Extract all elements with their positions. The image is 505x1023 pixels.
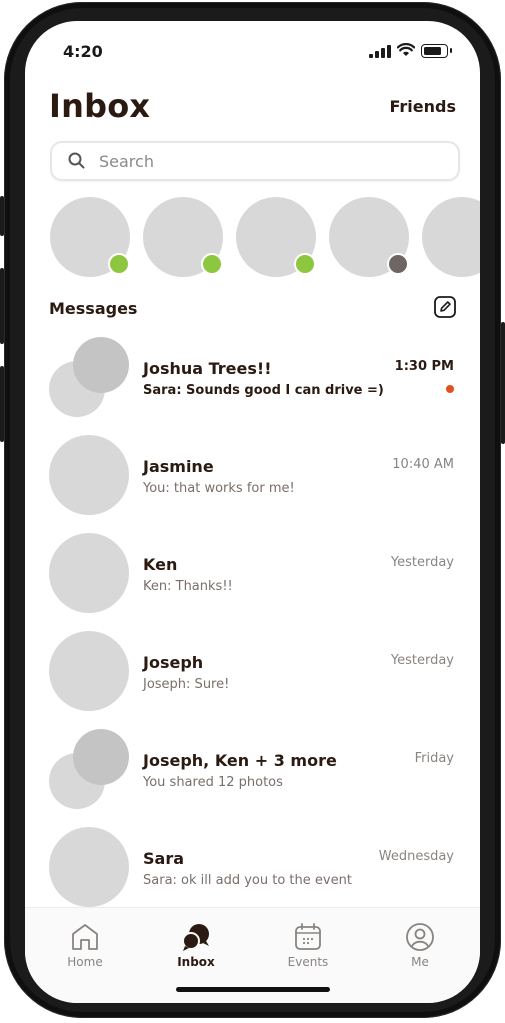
chat-bubbles-icon: [182, 924, 209, 951]
tab-label: Home: [67, 955, 103, 969]
message-time: 10:40 AM: [392, 457, 454, 472]
cellular-signal-icon: [369, 45, 391, 58]
story-avatar[interactable]: [422, 197, 480, 277]
compose-icon[interactable]: [434, 296, 456, 318]
message-time: Yesterday: [390, 653, 454, 668]
conversation-name: Jasmine: [143, 457, 214, 476]
conversation-name: Joseph, Ken + 3 more: [143, 751, 337, 770]
message-row[interactable]: Jasmine You: that works for me! 10:40 AM: [25, 435, 480, 533]
story-avatar[interactable]: [329, 197, 409, 277]
home-indicator: [176, 987, 330, 992]
message-preview: Joseph: Sure!: [143, 677, 230, 692]
avatar: [49, 827, 129, 907]
message-time: 1:30 PM: [394, 359, 454, 374]
side-button-power: [501, 322, 505, 444]
calendar-icon: [295, 923, 321, 950]
conversation-name: Ken: [143, 555, 178, 574]
app-screen: 4:20 Inbox Friends Search Messages Joshu…: [25, 21, 480, 1003]
message-row[interactable]: Joseph Joseph: Sure! Yesterday: [25, 631, 480, 729]
message-time: Friday: [414, 751, 454, 766]
avatar: [49, 533, 129, 613]
story-avatar[interactable]: [50, 197, 130, 277]
message-time: Yesterday: [390, 555, 454, 570]
unread-indicator: [446, 385, 454, 393]
tab-label: Events: [287, 955, 329, 969]
tab-inbox[interactable]: Inbox: [156, 908, 236, 978]
message-row[interactable]: Joshua Trees!! Sara: Sounds good I can dr…: [25, 337, 480, 435]
away-status-dot: [387, 253, 409, 275]
side-button-mute: [0, 196, 4, 236]
avatar: [49, 435, 129, 515]
message-preview: You: that works for me!: [143, 481, 295, 496]
message-time: Wednesday: [378, 849, 454, 864]
story-avatar[interactable]: [236, 197, 316, 277]
friends-link[interactable]: Friends: [390, 97, 457, 116]
conversation-name: Sara: [143, 849, 185, 868]
group-avatar-front: [73, 729, 129, 785]
side-button-volume-up: [0, 268, 4, 344]
search-icon: [68, 152, 85, 169]
battery-icon: [421, 44, 452, 58]
status-bar: 4:20: [25, 21, 480, 81]
conversation-name: Joshua Trees!!: [143, 359, 272, 378]
side-button-volume-down: [0, 366, 4, 442]
message-preview: Sara: Sounds good I can drive =): [143, 383, 384, 398]
message-preview: Sara: ok ill add you to the event: [143, 873, 352, 888]
message-preview: Ken: Thanks!!: [143, 579, 233, 594]
story-avatar[interactable]: [143, 197, 223, 277]
page-title: Inbox: [49, 87, 151, 125]
wifi-icon: [397, 43, 415, 56]
group-avatar-front: [73, 337, 129, 393]
tab-label: Inbox: [177, 955, 215, 969]
message-preview: You shared 12 photos: [143, 775, 283, 790]
online-status-dot: [294, 253, 316, 275]
home-icon: [72, 924, 98, 950]
online-status-dot: [108, 253, 130, 275]
tab-label: Me: [411, 955, 429, 969]
message-row[interactable]: Ken Ken: Thanks!! Yesterday: [25, 533, 480, 631]
conversation-name: Joseph: [143, 653, 204, 672]
status-time: 4:20: [63, 42, 103, 61]
messages-heading: Messages: [49, 299, 138, 318]
tab-events[interactable]: Events: [268, 908, 348, 978]
story-avatars: [25, 197, 480, 279]
online-status-dot: [201, 253, 223, 275]
message-row[interactable]: Joseph, Ken + 3 more You shared 12 photos…: [25, 729, 480, 827]
search-input[interactable]: Search: [50, 141, 460, 181]
tab-me[interactable]: Me: [380, 908, 460, 978]
search-placeholder: Search: [99, 152, 154, 171]
tab-home[interactable]: Home: [45, 908, 125, 978]
profile-icon: [406, 923, 434, 951]
avatar: [49, 631, 129, 711]
